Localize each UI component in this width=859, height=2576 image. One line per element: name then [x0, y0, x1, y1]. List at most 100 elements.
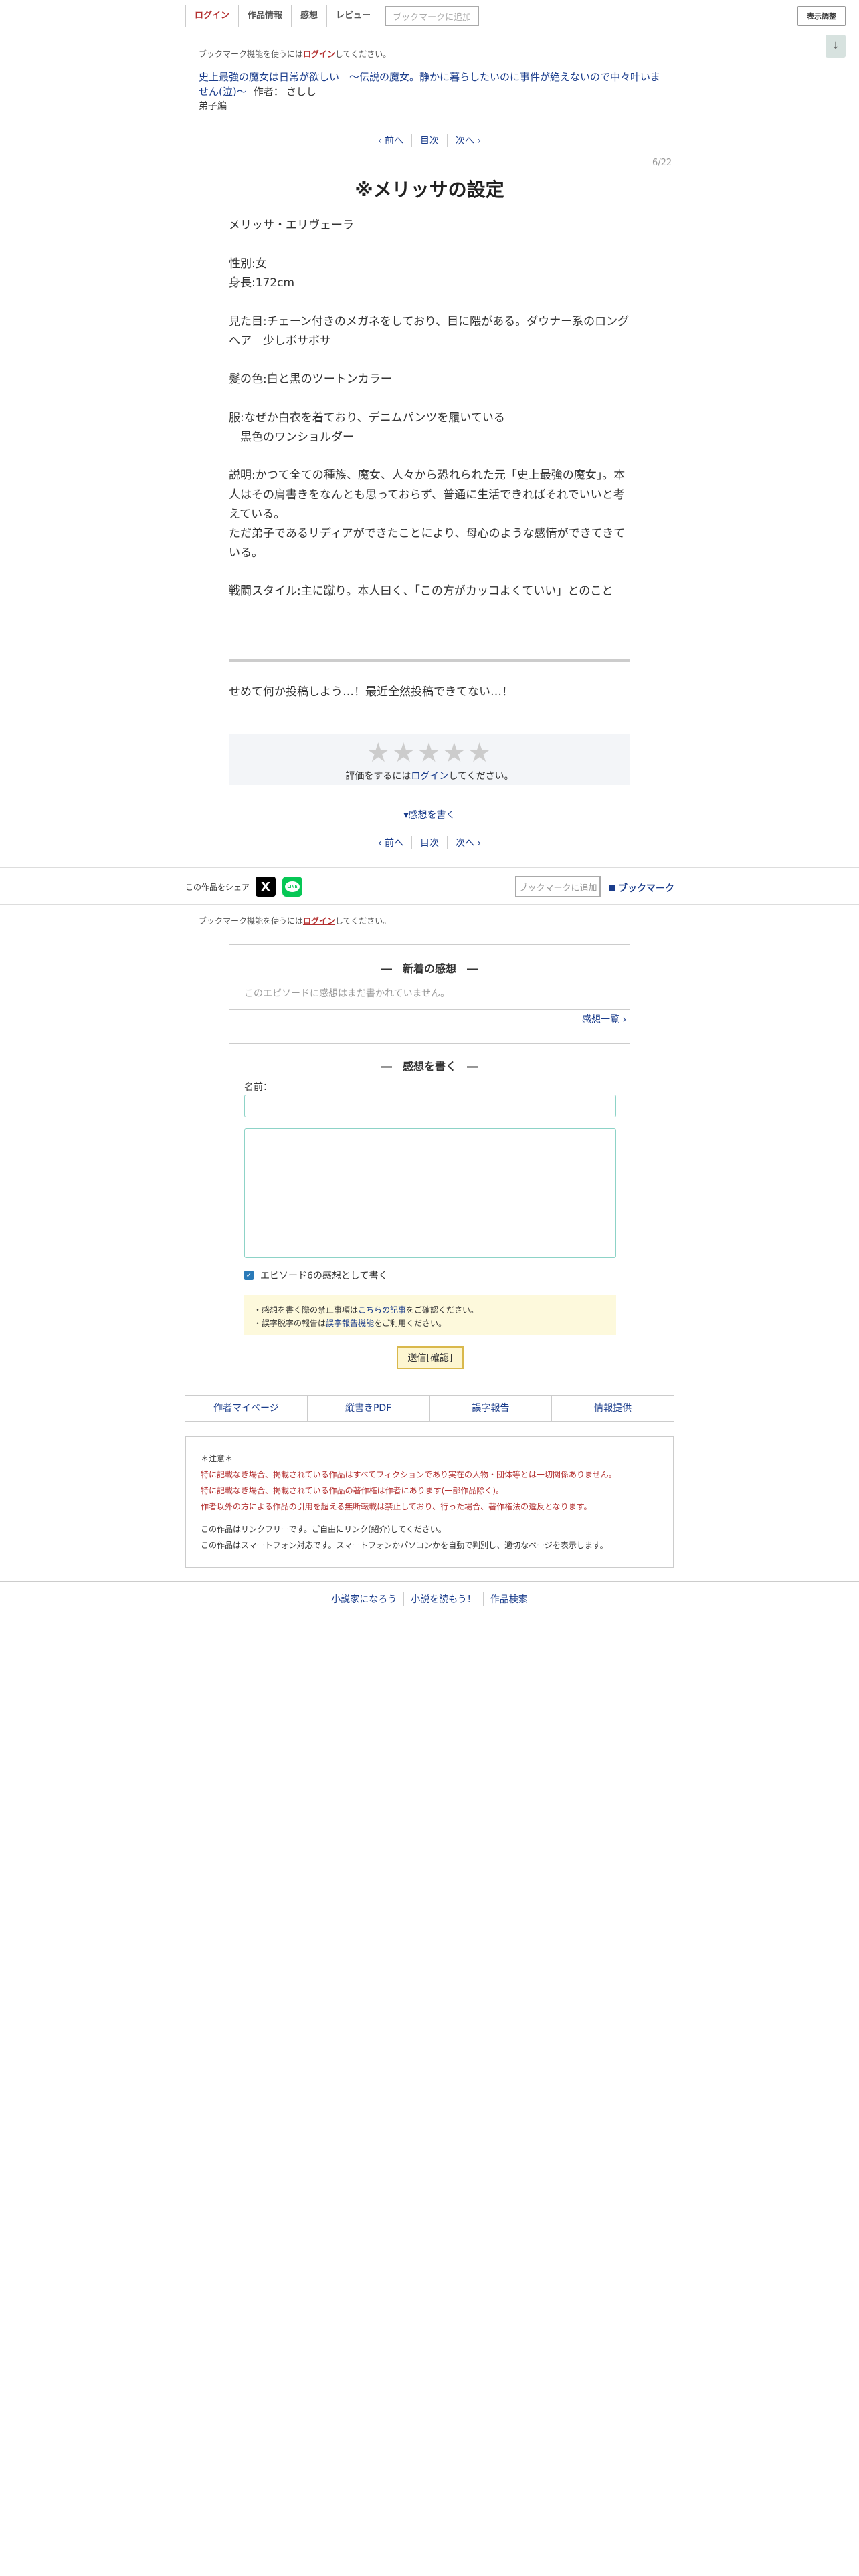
bookmark-login-notice-2: ブックマーク機能を使うにはログインしてください。 — [199, 915, 391, 926]
body-line — [229, 293, 630, 312]
next-link[interactable]: 次へ › — [447, 836, 489, 849]
notes-line: 作者以外の方による作品の引用を超える無断転載は禁止しており、行った場合、著作権法… — [201, 1502, 592, 1511]
nav-login[interactable]: ログイン — [185, 5, 238, 27]
impression-notice-box: ・感想を書く際の禁止事項はこちらの記事をご確認ください。 ・誤字脱字の報告は誤字… — [244, 1295, 616, 1335]
rating-login-notice: 評価をするにはログインしてください。 — [229, 769, 630, 782]
bookmark-link[interactable]: ブックマーク — [609, 881, 674, 895]
nav-reviews[interactable]: レビュー — [326, 5, 379, 27]
share-label: この作品をシェア — [185, 883, 250, 892]
rating-text: 評価をするには — [345, 771, 411, 782]
line-share-icon[interactable]: LINE — [282, 877, 302, 897]
scroll-down-button[interactable]: ↓ — [826, 35, 846, 58]
pager-top: ‹ 前へ 目次 次へ › — [0, 134, 859, 147]
top-nav-bar: ログイン 作品情報 感想 レビュー ブックマークに追加 表示調整 — [0, 0, 859, 33]
episode-count: 6/22 — [652, 158, 672, 168]
site-link-narou[interactable]: 小説家になろう — [324, 1592, 403, 1606]
author-mypage-link[interactable]: 作者マイページ — [185, 1396, 307, 1421]
submit-confirm-button[interactable]: 送信[確認] — [397, 1346, 464, 1369]
vertical-pdf-link[interactable]: 縦書きPDF — [306, 1396, 430, 1421]
prev-link[interactable]: ‹ 前へ — [370, 134, 411, 147]
body-line: 戦闘スタイル:主に蹴り。本人曰く、「この方がカッコよくていい」とのこと — [229, 584, 613, 599]
body-line: ただ弟子であるリディアができたことにより、母心のような感情ができてきている。 — [229, 526, 626, 560]
body-line: 服:なぜか白衣を着ており、デニムパンツを履いている — [229, 411, 505, 425]
body-divider — [229, 659, 630, 662]
body-line: 見た目:チェーン付きのメガネをしており、目に隈がある。ダウナー系のロングヘア 少… — [229, 314, 630, 348]
bookmark-login-link[interactable]: ログイン — [303, 916, 335, 926]
prev-link[interactable]: ‹ 前へ — [370, 836, 411, 849]
body-line: 身長:172cm — [229, 276, 295, 290]
notice-line-2: ・誤字脱字の報告は誤字報告機能をご利用ください。 — [254, 1317, 607, 1330]
notes-line: この作品はリンクフリーです。ご自由にリンク(紹介)してください。 — [201, 1525, 446, 1534]
impression-textarea[interactable] — [244, 1128, 616, 1258]
toc-link[interactable]: 目次 — [411, 134, 447, 147]
pager-bottom: ‹ 前へ 目次 次へ › — [0, 836, 859, 849]
body-line: 説明:かつて全ての種族、魔女、人々から恐れられた元「史上最強の魔女」。本人はその… — [229, 469, 626, 521]
bookmark-login-notice: ブックマーク機能を使うにはログインしてください。 — [199, 48, 391, 60]
rating-login-link[interactable]: ログイン — [411, 771, 448, 782]
write-impression-panel: ― 感想を書く ― 名前： ✓ エピソード6の感想として書く ・感想を書く際の禁… — [229, 1043, 630, 1380]
notice-text: をご利用ください。 — [374, 1319, 447, 1328]
episode-checkbox-row[interactable]: ✓ エピソード6の感想として書く — [244, 1269, 388, 1282]
no-impressions-message: このエピソードに感想はまだ書かれていません。 — [244, 988, 450, 999]
afterword: せめて何か投稿しよう…！最近全然投稿できてない…！ — [229, 685, 513, 699]
bottom-site-links: 小説家になろう 小説を読もう！ 作品検索 — [0, 1581, 859, 1616]
body-line: 性別:女 — [229, 257, 267, 271]
notes-heading: ＊注意＊ — [201, 1454, 233, 1463]
name-label: 名前： — [244, 1082, 272, 1093]
arrow-down-icon: ↓ — [832, 41, 840, 51]
share-bar: この作品をシェア X LINE ブックマークに追加 ブックマーク — [0, 867, 859, 905]
author-label: 作者： — [253, 86, 284, 98]
notice-text: ・感想を書く際の禁止事項は — [254, 1305, 359, 1315]
display-settings-button[interactable]: 表示調整 — [797, 6, 846, 26]
chapter-name: 弟子編 — [199, 101, 227, 112]
body-line — [229, 235, 630, 255]
info-provide-link[interactable]: 情報提供 — [551, 1396, 674, 1421]
site-link-search[interactable]: 作品検索 — [482, 1592, 535, 1606]
next-link[interactable]: 次へ › — [447, 134, 489, 147]
new-impressions-title: ― 新着の感想 ― — [381, 962, 478, 975]
legal-notes: ＊注意＊ 特に記載なき場合、掲載されている作品はすべてフィクションであり実在の人… — [185, 1436, 674, 1568]
new-impressions-panel: ― 新着の感想 ― このエピソードに感想はまだ書かれていません。 — [229, 944, 630, 1010]
notice-text: ブックマーク機能を使うには — [199, 49, 304, 59]
rating-stars[interactable]: ★★★★★ — [229, 740, 630, 766]
x-share-icon[interactable]: X — [256, 877, 276, 897]
body-line: 髪の色:白と黒のツートンカラー — [229, 372, 392, 387]
notes-line: 特に記載なき場合、掲載されている作品の著作権は作者にあります(一部作品除く)。 — [201, 1486, 504, 1495]
rating-box: ★★★★★ 評価をするにはログインしてください。 — [229, 734, 630, 785]
body-line — [229, 562, 630, 582]
notice-line-1: ・感想を書く際の禁止事項はこちらの記事をご確認ください。 — [254, 1303, 607, 1317]
footer-links: 作者マイページ 縦書きPDF 誤字報告 情報提供 — [185, 1395, 674, 1422]
body-line — [229, 351, 630, 370]
body-line: メリッサ・エリヴェーラ — [229, 219, 354, 232]
notes-line: 特に記載なき場合、掲載されている作品はすべてフィクションであり実在の人物・団体等… — [201, 1470, 617, 1479]
notice-text: をご確認ください。 — [406, 1305, 479, 1315]
typo-report-link[interactable]: 誤字報告機能 — [326, 1319, 374, 1328]
checkbox-checked-icon[interactable]: ✓ — [244, 1271, 254, 1280]
notice-text: ・誤字脱字の報告は — [254, 1319, 326, 1328]
episode-body: メリッサ・エリヴェーラ 性別:女身長:172cm 見た目:チェーン付きのメガネをして… — [229, 216, 630, 601]
author-name: さしし — [286, 86, 316, 98]
share-bookmark-add-button[interactable]: ブックマークに追加 — [515, 876, 601, 897]
write-impression-link[interactable]: ▾感想を書く — [0, 808, 859, 821]
notice-text: してください。 — [335, 49, 391, 59]
header-bookmark-add-button[interactable]: ブックマークに追加 — [385, 6, 480, 26]
body-line — [229, 389, 630, 409]
episode-title: ※メリッサの設定 — [355, 179, 504, 201]
rules-article-link[interactable]: こちらの記事 — [358, 1305, 406, 1315]
notice-text: ブックマーク機能を使うには — [199, 916, 304, 926]
site-link-yomou[interactable]: 小説を読もう！ — [403, 1592, 483, 1606]
nav-impressions[interactable]: 感想 — [291, 5, 326, 27]
toc-link[interactable]: 目次 — [411, 836, 447, 849]
bookmark-link-label: ブックマーク — [618, 883, 674, 894]
impression-list-link[interactable]: 感想一覧 › — [582, 1012, 626, 1026]
write-impression-title: ― 感想を書く ― — [381, 1060, 478, 1073]
body-line — [229, 447, 630, 467]
nav-work-info[interactable]: 作品情報 — [238, 5, 291, 27]
rating-text: してください。 — [448, 771, 514, 782]
notice-text: してください。 — [335, 916, 391, 926]
typo-report-footer-link[interactable]: 誤字報告 — [429, 1396, 552, 1421]
bookmark-login-link[interactable]: ログイン — [303, 49, 335, 59]
checkbox-label: エピソード6の感想として書く — [260, 1271, 388, 1281]
name-input[interactable] — [244, 1095, 616, 1117]
body-line: 黒色のワンショルダー — [229, 430, 354, 444]
